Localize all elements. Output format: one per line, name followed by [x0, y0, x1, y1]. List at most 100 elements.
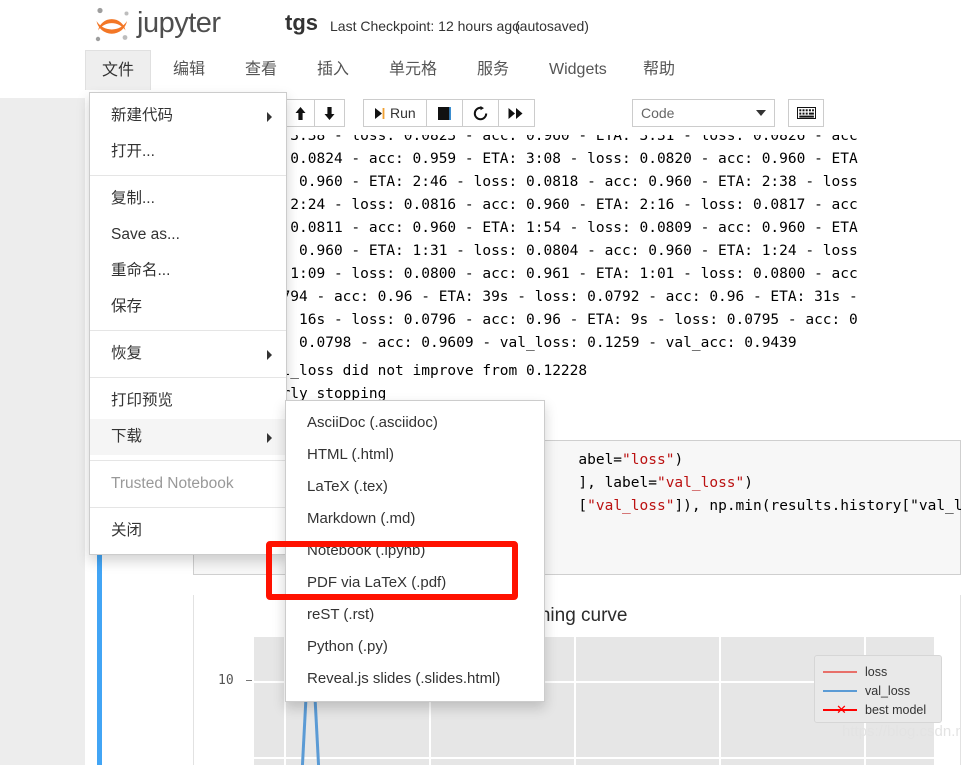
file-menu-item-6[interactable]: 保存	[90, 289, 286, 325]
menubar-item-4[interactable]: 单元格	[373, 50, 453, 90]
jupyter-logo-icon[interactable]	[90, 6, 136, 44]
file-menu-item-15[interactable]: 关闭	[90, 513, 286, 549]
file-menu-item-label: 下载	[111, 428, 143, 445]
autosave-status: (autosaved)	[515, 18, 589, 34]
download-submenu-item-label: Reveal.js slides (.slides.html)	[307, 670, 501, 687]
stop-square-icon	[437, 106, 451, 120]
menubar-item-7[interactable]: 帮助	[627, 50, 691, 90]
download-submenu-item-label: Markdown (.md)	[307, 510, 416, 527]
legend-entry: val_loss	[823, 681, 933, 700]
file-menu-item-13: Trusted Notebook	[90, 466, 286, 502]
file-menu-item-label: 关闭	[111, 522, 143, 539]
file-menu-item-11[interactable]: 下载	[90, 419, 286, 455]
menubar-item-3[interactable]: 插入	[301, 50, 365, 90]
gridline	[254, 757, 934, 759]
notebook-name[interactable]: tgs	[285, 10, 318, 36]
cell-output-log: 60 - ETA: 3:38 - loss: 0.0823 - acc: 0.9…	[203, 135, 858, 351]
file-menu-item-label: 打开...	[111, 143, 155, 160]
submenu-caret-icon	[267, 350, 272, 360]
red-highlight-annotation	[266, 541, 518, 600]
file-menu-item-label: Trusted Notebook	[111, 475, 234, 492]
menubar: 文件 编辑 查看 插入 单元格 服务 Widgets 帮助	[85, 50, 961, 91]
y-axis-tick-label: 10	[218, 673, 234, 688]
command-palette-button[interactable]	[788, 99, 824, 127]
submenu-caret-icon	[267, 433, 272, 443]
file-menu-item-label: 恢复	[111, 345, 143, 362]
menubar-item-0[interactable]: 文件	[85, 50, 152, 90]
file-menu-item-label: 复制...	[111, 190, 155, 207]
interrupt-kernel-button[interactable]	[426, 99, 463, 127]
run-button-label: Run	[390, 105, 416, 121]
download-submenu-item-1[interactable]: HTML (.html)	[286, 439, 544, 471]
download-submenu-item-3[interactable]: Markdown (.md)	[286, 503, 544, 535]
x-marker-icon: ✕	[836, 701, 847, 717]
menubar-item-label: 文件	[102, 62, 135, 79]
menubar-item-label: 帮助	[643, 61, 676, 78]
run-cell-button[interactable]: Run	[363, 99, 427, 127]
menubar-item-label: Widgets	[549, 61, 607, 78]
arrow-down-icon	[324, 106, 335, 120]
download-submenu-item-8[interactable]: Reveal.js slides (.slides.html)	[286, 663, 544, 695]
file-menu-item-0[interactable]: 新建代码	[90, 98, 286, 134]
restart-run-all-button[interactable]	[498, 99, 535, 127]
file-menu-item-label: 保存	[111, 298, 143, 315]
legend-label: loss	[865, 664, 888, 679]
menubar-item-label: 插入	[317, 61, 350, 78]
move-cell-down-button[interactable]	[315, 99, 345, 127]
file-menu-item-5[interactable]: 重命名...	[90, 253, 286, 289]
file-menu-item-3[interactable]: 复制...	[90, 181, 286, 217]
menu-divider	[90, 175, 286, 176]
legend-swatch-loss	[823, 665, 857, 679]
fast-forward-icon	[508, 107, 523, 119]
y-axis-tick-mark	[246, 680, 252, 681]
brand-title[interactable]: jupyter	[137, 7, 221, 40]
menubar-item-5[interactable]: 服务	[461, 50, 525, 90]
move-cell-up-button[interactable]	[285, 99, 315, 127]
legend-swatch-val-loss	[823, 684, 857, 698]
file-menu-item-8[interactable]: 恢复	[90, 336, 286, 372]
legend-label: val_loss	[865, 683, 911, 698]
notebook-header: jupyter tgs Last Checkpoint: 12 hours ag…	[85, 0, 961, 50]
restart-kernel-button[interactable]	[462, 99, 499, 127]
file-menu-item-label: 重命名...	[111, 262, 171, 279]
file-menu-item-label: 打印预览	[111, 392, 174, 409]
checkpoint-status: Last Checkpoint: 12 hours ago	[330, 18, 520, 34]
download-submenu-item-6[interactable]: reST (.rst)	[286, 599, 544, 631]
watermark-text: https://blog.csdn.net/icomma	[842, 723, 960, 740]
file-menu-item-10[interactable]: 打印预览	[90, 383, 286, 419]
file-menu-item-1[interactable]: 打开...	[90, 134, 286, 170]
download-submenu-item-2[interactable]: LaTeX (.tex)	[286, 471, 544, 503]
restart-circular-arrow-icon	[473, 105, 487, 120]
run-icon	[375, 107, 385, 119]
download-submenu-item-label: LaTeX (.tex)	[307, 478, 388, 495]
menubar-item-label: 服务	[477, 61, 510, 78]
menubar-item-6[interactable]: Widgets	[533, 50, 623, 90]
download-submenu-item-label: AsciiDoc (.asciidoc)	[307, 414, 438, 431]
page-left-gutter	[0, 98, 85, 765]
arrow-up-icon	[295, 106, 305, 120]
cell-type-select[interactable]: Code	[632, 99, 775, 127]
menu-divider	[90, 330, 286, 331]
menubar-item-label: 查看	[245, 61, 278, 78]
menu-divider	[90, 507, 286, 508]
submenu-caret-icon	[267, 112, 272, 122]
file-menu-item-4[interactable]: Save as...	[90, 217, 286, 253]
chart-legend: loss val_loss ✕ best model	[814, 655, 942, 723]
cell-type-value: Code	[641, 105, 675, 121]
gridline	[719, 637, 721, 765]
download-submenu-item-7[interactable]: Python (.py)	[286, 631, 544, 663]
menubar-item-1[interactable]: 编辑	[157, 50, 221, 90]
menu-divider	[90, 377, 286, 378]
keyboard-icon	[796, 107, 816, 119]
legend-entry: loss	[823, 662, 933, 681]
legend-entry: ✕ best model	[823, 700, 933, 719]
download-submenu-item-label: HTML (.html)	[307, 446, 394, 463]
legend-label: best model	[865, 702, 927, 717]
download-submenu-item-0[interactable]: AsciiDoc (.asciidoc)	[286, 407, 544, 439]
menubar-item-2[interactable]: 查看	[229, 50, 293, 90]
menubar-item-label: 编辑	[173, 61, 206, 78]
download-submenu-item-label: reST (.rst)	[307, 606, 375, 623]
file-menu-item-label: 新建代码	[111, 107, 174, 124]
chevron-down-icon	[756, 110, 766, 116]
gridline	[574, 637, 576, 765]
